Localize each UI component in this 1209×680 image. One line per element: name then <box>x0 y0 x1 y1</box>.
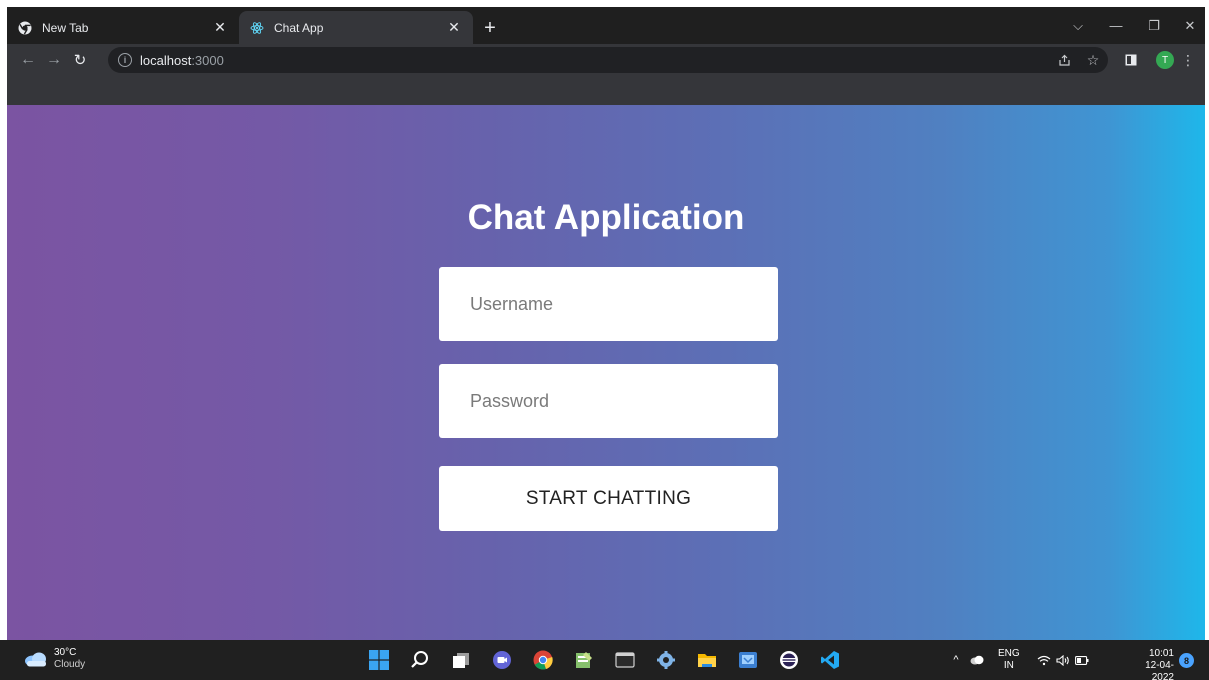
chat-login-page: Chat Application START CHATTING <box>7 105 1205 640</box>
forward-arrow-icon[interactable]: → <box>41 47 67 73</box>
eclipse-icon[interactable] <box>778 649 800 671</box>
tab-label: Chat App <box>274 20 324 35</box>
system-clock[interactable]: 10:01 12-04-2022 <box>1124 648 1174 680</box>
taskbar-apps <box>368 649 860 671</box>
close-tab-icon[interactable]: ✕ <box>211 19 229 37</box>
windows-start-icon[interactable] <box>368 649 390 671</box>
username-input[interactable] <box>439 267 778 341</box>
volume-icon[interactable] <box>1054 640 1072 680</box>
language-line1: ENG <box>998 648 1020 659</box>
reload-icon[interactable]: ↻ <box>67 47 93 73</box>
start-chatting-button[interactable]: START CHATTING <box>439 466 778 531</box>
share-icon[interactable] <box>1053 49 1075 71</box>
language-line2: IN <box>1003 660 1014 671</box>
weather-condition: Cloudy <box>54 659 86 670</box>
onedrive-cloud-icon[interactable] <box>968 640 986 680</box>
minimize-icon[interactable]: — <box>1097 7 1135 44</box>
task-view-icon[interactable] <box>450 649 472 671</box>
chrome-icon[interactable] <box>532 649 554 671</box>
back-arrow-icon[interactable]: ← <box>15 47 41 73</box>
tab-new-tab[interactable]: New Tab ✕ <box>7 11 239 44</box>
wifi-icon[interactable] <box>1035 640 1053 680</box>
clock-date: 12-04-2022 <box>1145 660 1174 680</box>
close-tab-icon[interactable]: ✕ <box>445 19 463 37</box>
settings-icon[interactable] <box>655 649 677 671</box>
remote-desktop-icon[interactable] <box>737 649 759 671</box>
chrome-icon <box>17 20 33 36</box>
more-menu-icon[interactable]: ⋮ <box>1177 49 1199 71</box>
battery-icon[interactable] <box>1073 640 1091 680</box>
address-host: localhost <box>140 52 192 68</box>
new-tab-button[interactable]: + <box>477 15 503 41</box>
weather-temp: 30°C <box>54 647 77 658</box>
site-info-icon[interactable]: i <box>118 53 132 67</box>
teams-chat-icon[interactable] <box>491 649 513 671</box>
taskbar: 30°C Cloudy ^ ENG IN 10:01 12-04-2022 8 <box>0 640 1209 680</box>
weather-widget[interactable]: 30°C Cloudy <box>24 647 85 671</box>
react-icon <box>249 20 265 36</box>
side-panel-icon[interactable] <box>1120 49 1142 71</box>
cloud-icon <box>25 652 46 667</box>
tab-search-icon[interactable]: ⌵ <box>1059 7 1097 44</box>
bookmarks-bar <box>7 76 1205 105</box>
browser-toolbar: ← → ↻ i localhost:3000 ☆ T ⋮ <box>7 44 1205 76</box>
page-title: Chat Application <box>467 198 745 237</box>
close-window-icon[interactable]: ✕ <box>1171 7 1205 44</box>
file-explorer-icon[interactable] <box>696 649 718 671</box>
bookmark-star-icon[interactable]: ☆ <box>1082 49 1104 71</box>
search-icon[interactable] <box>409 649 431 671</box>
password-input[interactable] <box>439 364 778 438</box>
address-bar[interactable]: i localhost:3000 <box>108 47 1108 73</box>
profile-avatar[interactable]: T <box>1156 51 1174 69</box>
tab-label: New Tab <box>42 20 89 35</box>
address-port: :3000 <box>191 52 224 68</box>
clock-time: 10:01 <box>1148 648 1174 659</box>
chevron-up-icon[interactable]: ^ <box>948 640 964 680</box>
terminal-icon[interactable] <box>614 649 636 671</box>
tab-bar: New Tab ✕ Chat App ✕ + ⌵ — ❐ ✕ <box>7 7 1205 44</box>
notepad-plus-icon[interactable] <box>573 649 595 671</box>
notification-badge[interactable]: 8 <box>1179 653 1194 668</box>
vscode-icon[interactable] <box>819 649 841 671</box>
browser-window: New Tab ✕ Chat App ✕ + ⌵ — ❐ ✕ ← → ↻ i l… <box>7 7 1205 640</box>
tab-chat-app[interactable]: Chat App ✕ <box>239 11 473 44</box>
language-indicator[interactable]: ENG IN <box>998 648 1020 672</box>
restore-icon[interactable]: ❐ <box>1135 7 1173 44</box>
